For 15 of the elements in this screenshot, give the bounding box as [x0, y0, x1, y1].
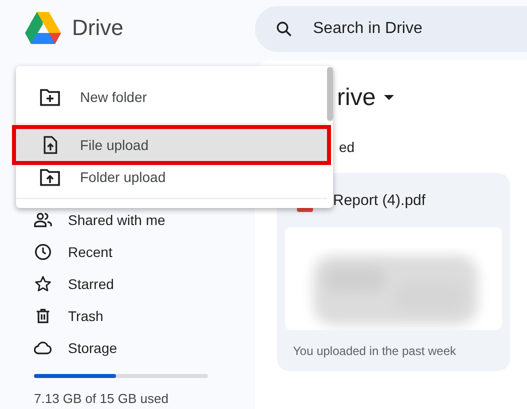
- sidebar-item[interactable]: Starred: [34, 268, 214, 300]
- file-name: Report (4).pdf: [333, 192, 426, 208]
- search-field[interactable]: Search in Drive: [255, 6, 527, 52]
- section-heading: ed: [339, 139, 355, 155]
- menu-item[interactable]: New folder: [16, 75, 327, 119]
- page-title[interactable]: rive: [337, 84, 376, 112]
- sidebar-item[interactable]: Shared with me: [34, 204, 214, 236]
- menu-item[interactable]: File upload: [16, 129, 327, 161]
- sidebar-item[interactable]: Storage: [34, 332, 214, 364]
- storage-usage: 7.13 GB of 15 GB used: [34, 391, 170, 406]
- file-card[interactable]: Report (4).pdf You uploaded in the past week: [277, 173, 510, 371]
- sidebar-item[interactable]: Trash: [34, 300, 214, 332]
- sidebar-item[interactable]: Recent: [34, 236, 214, 268]
- app-title: Drive: [72, 15, 124, 41]
- file-note: You uploaded in the past week: [293, 344, 458, 358]
